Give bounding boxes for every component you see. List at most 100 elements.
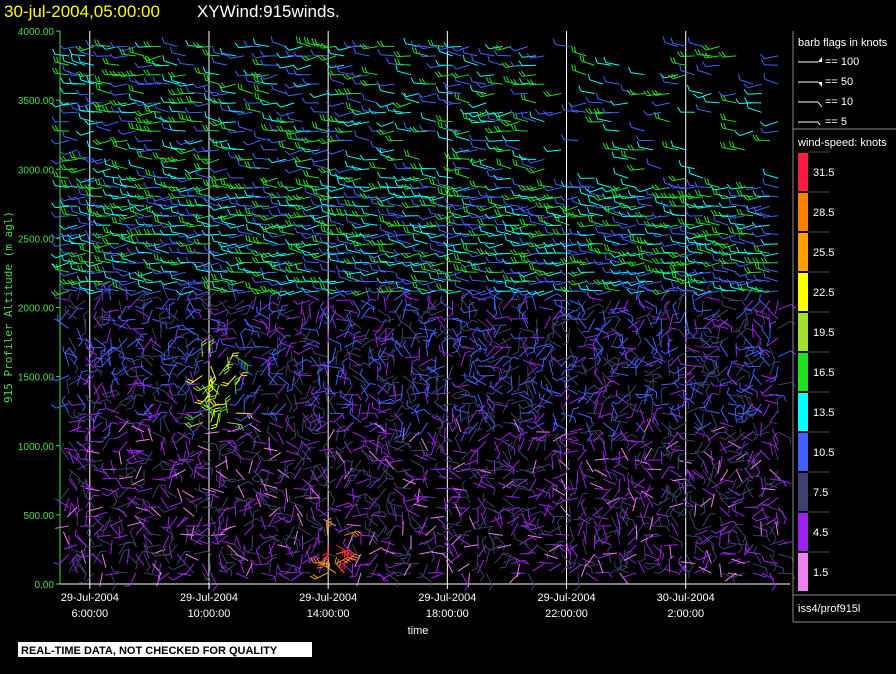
barb-feather xyxy=(285,274,290,281)
barb-shaft xyxy=(238,290,253,294)
barb-shaft xyxy=(277,375,289,385)
barb-feather xyxy=(287,462,294,466)
barb-feather xyxy=(167,72,173,78)
barb-shaft xyxy=(101,384,109,399)
barb-feather xyxy=(269,123,273,130)
barb-feather xyxy=(68,292,72,299)
wind-barb xyxy=(226,279,245,286)
wind-barb xyxy=(184,168,203,174)
barb-feather xyxy=(75,130,81,136)
wind-barb xyxy=(310,199,328,207)
barb-shaft xyxy=(88,101,103,104)
barb-shaft xyxy=(155,157,170,160)
barb-shaft xyxy=(235,481,249,489)
wind-barb xyxy=(167,339,174,357)
barb-shaft xyxy=(113,196,128,200)
barb-feather xyxy=(161,411,168,414)
barb-shaft xyxy=(205,224,220,228)
barb-shaft xyxy=(289,248,303,254)
barb-feather xyxy=(227,305,233,309)
barb-shaft xyxy=(288,118,303,123)
wind-barb xyxy=(76,497,80,512)
barb-shaft xyxy=(121,53,136,57)
barb-feather xyxy=(80,255,84,262)
barb-feather xyxy=(131,122,134,129)
wind-barb xyxy=(237,484,245,498)
wind-barb xyxy=(184,107,203,114)
barb-feather xyxy=(118,474,125,479)
barb-shaft xyxy=(113,55,128,59)
barb-feather xyxy=(202,360,209,364)
barb-feather xyxy=(304,186,307,193)
wind-barb xyxy=(352,431,367,445)
barb-shaft xyxy=(130,210,145,217)
barb-shaft xyxy=(130,164,145,170)
barb-shaft xyxy=(113,234,128,237)
barb-feather xyxy=(185,208,190,215)
barb-shaft xyxy=(138,487,153,493)
wind-barb xyxy=(226,223,245,229)
barb-feather xyxy=(266,425,270,432)
barb-feather xyxy=(151,228,156,235)
barb-shaft xyxy=(272,234,286,238)
barb-shaft xyxy=(88,506,103,512)
barb-shaft xyxy=(318,508,332,517)
wind-barb xyxy=(62,130,78,141)
barb-feather xyxy=(327,419,334,423)
barb-feather xyxy=(204,111,207,118)
wind-barb xyxy=(233,444,245,461)
barb-shaft xyxy=(177,431,190,440)
title-date: 30-jul-2004,05:00:00 xyxy=(4,2,160,21)
barb-shaft xyxy=(323,565,337,574)
wind-barb xyxy=(245,242,261,254)
barb-shaft xyxy=(327,328,329,343)
barb-shaft xyxy=(268,327,280,339)
barb-feather xyxy=(365,396,369,403)
wind-barb xyxy=(92,138,111,145)
wind-barb xyxy=(184,221,203,228)
barb-shaft xyxy=(360,338,373,348)
barb-feather xyxy=(308,301,314,306)
y-tick-label: 3000.00 xyxy=(18,165,55,176)
barb-shaft xyxy=(143,506,155,517)
wind-barb xyxy=(138,469,145,487)
barb-shaft xyxy=(105,393,120,398)
barb-shaft xyxy=(163,60,178,66)
barb-shaft xyxy=(138,457,153,461)
wind-barb xyxy=(243,524,255,536)
wind-barb xyxy=(251,509,260,526)
barb-shaft xyxy=(63,205,78,207)
barb-feather xyxy=(105,58,109,65)
barb-shaft xyxy=(54,53,69,57)
barb-shaft xyxy=(205,248,220,254)
barb-feather xyxy=(66,376,72,381)
barb-feather xyxy=(77,307,84,310)
barb-shaft xyxy=(101,554,107,568)
barb-feather xyxy=(278,337,282,344)
barb-feather xyxy=(277,565,281,572)
barb-shaft xyxy=(225,455,228,470)
barb-feather xyxy=(67,414,73,419)
wind-barb xyxy=(110,540,113,555)
barb-shaft xyxy=(330,243,345,248)
barb-feather xyxy=(315,329,320,336)
barb-feather xyxy=(84,289,90,295)
barb-feather xyxy=(203,74,207,81)
wind-barb xyxy=(152,478,167,481)
barb-shaft xyxy=(289,168,303,174)
barb-shaft xyxy=(184,562,195,574)
barb-shaft xyxy=(93,384,100,399)
barb-feather xyxy=(318,127,323,133)
barb-feather xyxy=(176,453,181,460)
wind-barb xyxy=(126,553,138,570)
barb-shaft xyxy=(116,506,128,517)
barb-shaft xyxy=(130,98,145,104)
wind-barb xyxy=(193,469,205,480)
barb-shaft xyxy=(151,485,160,498)
barb-shaft xyxy=(331,450,345,458)
barb-feather xyxy=(197,67,201,74)
wind-barb xyxy=(143,506,155,517)
barb-feather xyxy=(62,64,65,71)
wind-barb xyxy=(264,492,278,499)
barb-feather xyxy=(253,84,257,91)
